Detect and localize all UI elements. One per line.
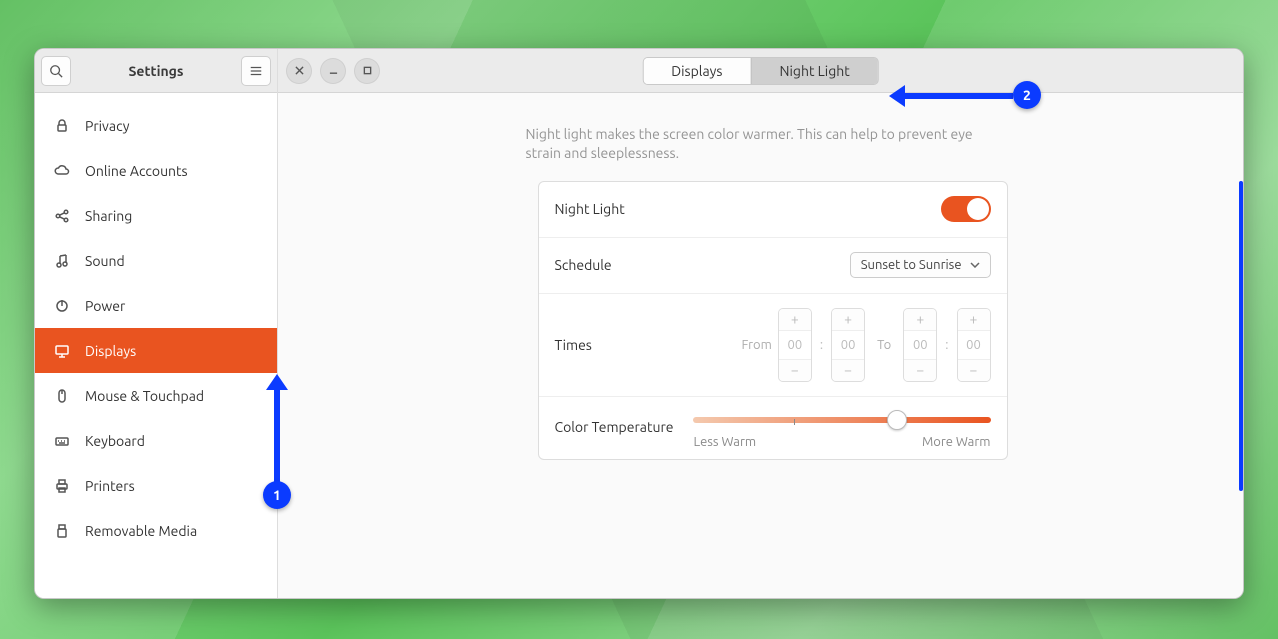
- more-warm-label: More Warm: [922, 435, 991, 449]
- nav-label: Removable Media: [85, 523, 197, 539]
- sidebar-item-power[interactable]: Power: [35, 283, 277, 328]
- hamburger-menu-button[interactable]: [241, 56, 271, 86]
- slider-track: [693, 417, 990, 423]
- share-icon: [53, 207, 71, 225]
- display-icon: [53, 342, 71, 360]
- usb-icon: [53, 522, 71, 540]
- from-hour-spinner[interactable]: + −: [778, 308, 812, 382]
- times-row: Times From + − : + −: [539, 294, 1007, 397]
- nav-label: Printers: [85, 478, 135, 494]
- annotation-arrow-1-head-real: [266, 374, 288, 390]
- tab-displays[interactable]: Displays: [643, 58, 750, 84]
- decrement-button[interactable]: −: [958, 359, 990, 381]
- nav-label: Online Accounts: [85, 163, 188, 179]
- settings-sidebar: Settings Privacy Online Accounts Sharing…: [35, 49, 278, 598]
- increment-button[interactable]: +: [779, 309, 811, 331]
- to-hour-spinner[interactable]: + −: [903, 308, 937, 382]
- minimize-icon: [329, 66, 338, 75]
- night-light-description: Night light makes the screen color warme…: [526, 93, 996, 181]
- increment-button[interactable]: +: [904, 309, 936, 331]
- nav-label: Power: [85, 298, 125, 314]
- nav-label: Displays: [85, 343, 136, 359]
- time-colon: :: [943, 338, 950, 352]
- menu-icon: [249, 64, 263, 78]
- sidebar-item-online-accounts[interactable]: Online Accounts: [35, 148, 277, 193]
- night-light-toggle-row: Night Light: [539, 182, 1007, 238]
- nav-label: Privacy: [85, 118, 129, 134]
- mouse-icon: [53, 387, 71, 405]
- nav-label: Sound: [85, 253, 125, 269]
- view-switcher: Displays Night Light: [642, 57, 879, 85]
- time-colon: :: [818, 338, 825, 352]
- less-warm-label: Less Warm: [693, 435, 756, 449]
- keyboard-icon: [53, 432, 71, 450]
- night-light-panel: Night Light Schedule Sunset to Sunrise T…: [538, 181, 1008, 460]
- increment-button[interactable]: +: [832, 309, 864, 331]
- headerbar: Displays Night Light: [278, 49, 1243, 93]
- annotation-arrow-2-head: [889, 85, 905, 107]
- from-hour-input[interactable]: [779, 331, 811, 359]
- maximize-icon: [363, 66, 372, 75]
- sidebar-item-privacy[interactable]: Privacy: [35, 103, 277, 148]
- minimize-button[interactable]: [320, 58, 346, 84]
- printer-icon: [53, 477, 71, 495]
- search-icon: [49, 64, 63, 78]
- nav-label: Sharing: [85, 208, 132, 224]
- night-light-toggle-label: Night Light: [555, 201, 625, 217]
- chevron-down-icon: [970, 262, 980, 268]
- power-icon: [53, 297, 71, 315]
- to-minute-input[interactable]: [958, 331, 990, 359]
- schedule-value: Sunset to Sunrise: [861, 258, 962, 272]
- sidebar-item-removable-media[interactable]: Removable Media: [35, 508, 277, 553]
- sidebar-item-printers[interactable]: Printers: [35, 463, 277, 508]
- sidebar-item-displays[interactable]: Displays: [35, 328, 277, 373]
- schedule-row: Schedule Sunset to Sunrise: [539, 238, 1007, 294]
- nav-label: Mouse & Touchpad: [85, 388, 204, 404]
- annotation-marker-1-real: 1: [263, 481, 291, 509]
- sidebar-item-mouse[interactable]: Mouse & Touchpad: [35, 373, 277, 418]
- maximize-button[interactable]: [354, 58, 380, 84]
- slider-tick: [794, 419, 795, 425]
- sidebar-item-keyboard[interactable]: Keyboard: [35, 418, 277, 463]
- annotation-arrow-1-stem-real: [274, 389, 280, 483]
- from-minute-spinner[interactable]: + −: [831, 308, 865, 382]
- music-icon: [53, 252, 71, 270]
- annotation-right-bar: [1239, 181, 1243, 491]
- schedule-label: Schedule: [555, 257, 612, 273]
- decrement-button[interactable]: −: [832, 359, 864, 381]
- sidebar-item-sound[interactable]: Sound: [35, 238, 277, 283]
- cloud-icon: [53, 162, 71, 180]
- times-label: Times: [555, 337, 592, 353]
- settings-nav: Privacy Online Accounts Sharing Sound Po…: [35, 93, 277, 598]
- sidebar-header: Settings: [35, 49, 277, 93]
- annotation-marker-2-real: 2: [1013, 81, 1041, 109]
- sidebar-title: Settings: [77, 63, 235, 79]
- color-temperature-row: Color Temperature Less Warm More Warm: [539, 397, 1007, 459]
- to-hour-input[interactable]: [904, 331, 936, 359]
- night-light-toggle[interactable]: [941, 196, 991, 222]
- increment-button[interactable]: +: [958, 309, 990, 331]
- from-label: From: [742, 338, 772, 352]
- close-button[interactable]: [286, 58, 312, 84]
- schedule-dropdown[interactable]: Sunset to Sunrise: [850, 252, 991, 278]
- times-controls: From + − : + − To: [742, 308, 991, 382]
- close-icon: [295, 66, 304, 75]
- decrement-button[interactable]: −: [904, 359, 936, 381]
- to-minute-spinner[interactable]: + −: [957, 308, 991, 382]
- settings-window: Settings Privacy Online Accounts Sharing…: [34, 48, 1244, 599]
- color-temperature-label: Color Temperature: [555, 411, 674, 435]
- slider-thumb[interactable]: [887, 410, 907, 430]
- tab-night-light[interactable]: Night Light: [751, 58, 878, 84]
- lock-icon: [53, 117, 71, 135]
- sidebar-item-sharing[interactable]: Sharing: [35, 193, 277, 238]
- from-minute-input[interactable]: [832, 331, 864, 359]
- content-area: Displays Night Light Night light makes t…: [278, 49, 1243, 598]
- search-button[interactable]: [41, 56, 71, 86]
- decrement-button[interactable]: −: [779, 359, 811, 381]
- to-label: To: [877, 338, 891, 352]
- annotation-arrow-2-stem: [903, 93, 1013, 99]
- color-temperature-slider[interactable]: Less Warm More Warm: [693, 411, 990, 449]
- nav-label: Keyboard: [85, 433, 145, 449]
